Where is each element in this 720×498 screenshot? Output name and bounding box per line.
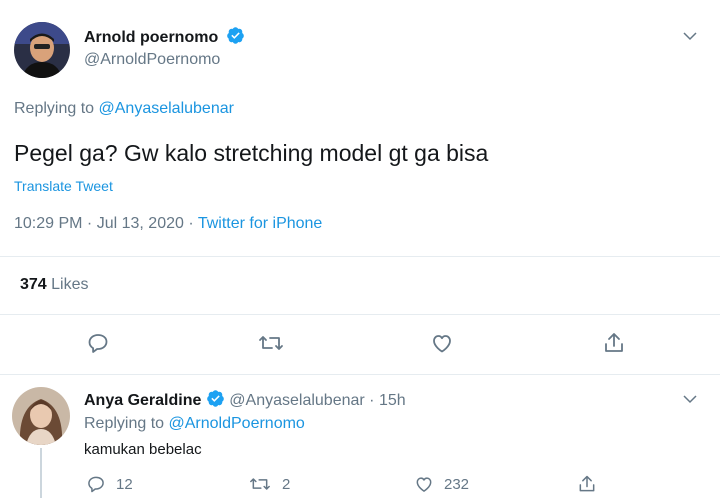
main-author-handle[interactable]: @ArnoldPoernomo <box>84 51 220 69</box>
verified-badge-icon <box>226 26 245 50</box>
likes-label: Likes <box>51 276 89 293</box>
main-tweet-text: Pegel ga? Gw kalo stretching model gt ga… <box>14 140 489 166</box>
main-replying-line: Replying to @Anyaselalubenar <box>14 100 234 118</box>
share-icon <box>605 333 623 352</box>
reply-like-count: 232 <box>444 475 470 493</box>
divider-top <box>0 256 720 257</box>
main-retweet-button[interactable] <box>258 331 284 355</box>
reply-author-handle[interactable]: @Anyaselalubenar <box>229 392 364 409</box>
avatar-arnold[interactable] <box>14 22 70 78</box>
thread-line <box>40 448 42 498</box>
retweet-icon <box>250 478 270 490</box>
tweet-source-link[interactable]: Twitter for iPhone <box>198 215 323 232</box>
reply-reply-button[interactable]: 12 <box>86 474 133 494</box>
divider-middle <box>0 314 720 315</box>
main-share-button[interactable] <box>602 331 626 355</box>
main-author-name[interactable]: Arnold poernomo <box>84 29 218 46</box>
share-icon <box>579 475 595 492</box>
divider-bottom <box>0 374 720 375</box>
reply-share-button[interactable] <box>577 474 597 494</box>
translate-tweet-link[interactable]: Translate Tweet <box>14 178 113 194</box>
reply-retweet-button[interactable]: 2 <box>248 474 290 494</box>
likes-count: 374 <box>20 276 47 293</box>
reply-author-row: Anya Geraldine @Anyaselalubenar · 15h <box>84 389 406 413</box>
timestamp-separator: · <box>183 215 198 232</box>
like-icon <box>416 477 432 492</box>
main-author-name-row: Arnold poernomo <box>84 26 245 50</box>
avatar-anya[interactable] <box>12 387 70 445</box>
main-replying-prefix: Replying to <box>14 100 95 117</box>
reply-author-name[interactable]: Anya Geraldine <box>84 392 201 409</box>
reply-retweet-count: 2 <box>282 475 291 493</box>
main-like-button[interactable] <box>430 331 454 355</box>
main-chevron-down-icon[interactable] <box>681 27 699 50</box>
like-icon <box>433 335 451 353</box>
reply-icon <box>88 476 104 493</box>
reply-replying-to-link[interactable]: @ArnoldPoernomo <box>169 415 305 432</box>
reply-tweet-text: kamukan bebelac <box>84 441 202 458</box>
main-timestamp-row: 10:29 PM · Jul 13, 2020 · Twitter for iP… <box>14 215 322 233</box>
reply-replying-prefix: Replying to <box>84 415 165 432</box>
reply-replying-line: Replying to @ArnoldPoernomo <box>84 415 305 433</box>
likes-stat[interactable]: 374 Likes <box>20 276 89 294</box>
reply-chevron-down-icon[interactable] <box>681 390 699 413</box>
retweet-icon <box>259 336 283 350</box>
main-timestamp[interactable]: 10:29 PM · Jul 13, 2020 <box>14 215 184 232</box>
reply-reply-count: 12 <box>116 475 133 493</box>
reply-like-button[interactable]: 232 <box>414 474 469 494</box>
reply-icon <box>88 334 108 353</box>
reply-verified-badge-icon <box>206 389 225 413</box>
reply-time[interactable]: · 15h <box>369 392 405 409</box>
main-reply-button[interactable] <box>86 331 110 355</box>
main-replying-to-link[interactable]: @Anyaselalubenar <box>99 100 234 117</box>
